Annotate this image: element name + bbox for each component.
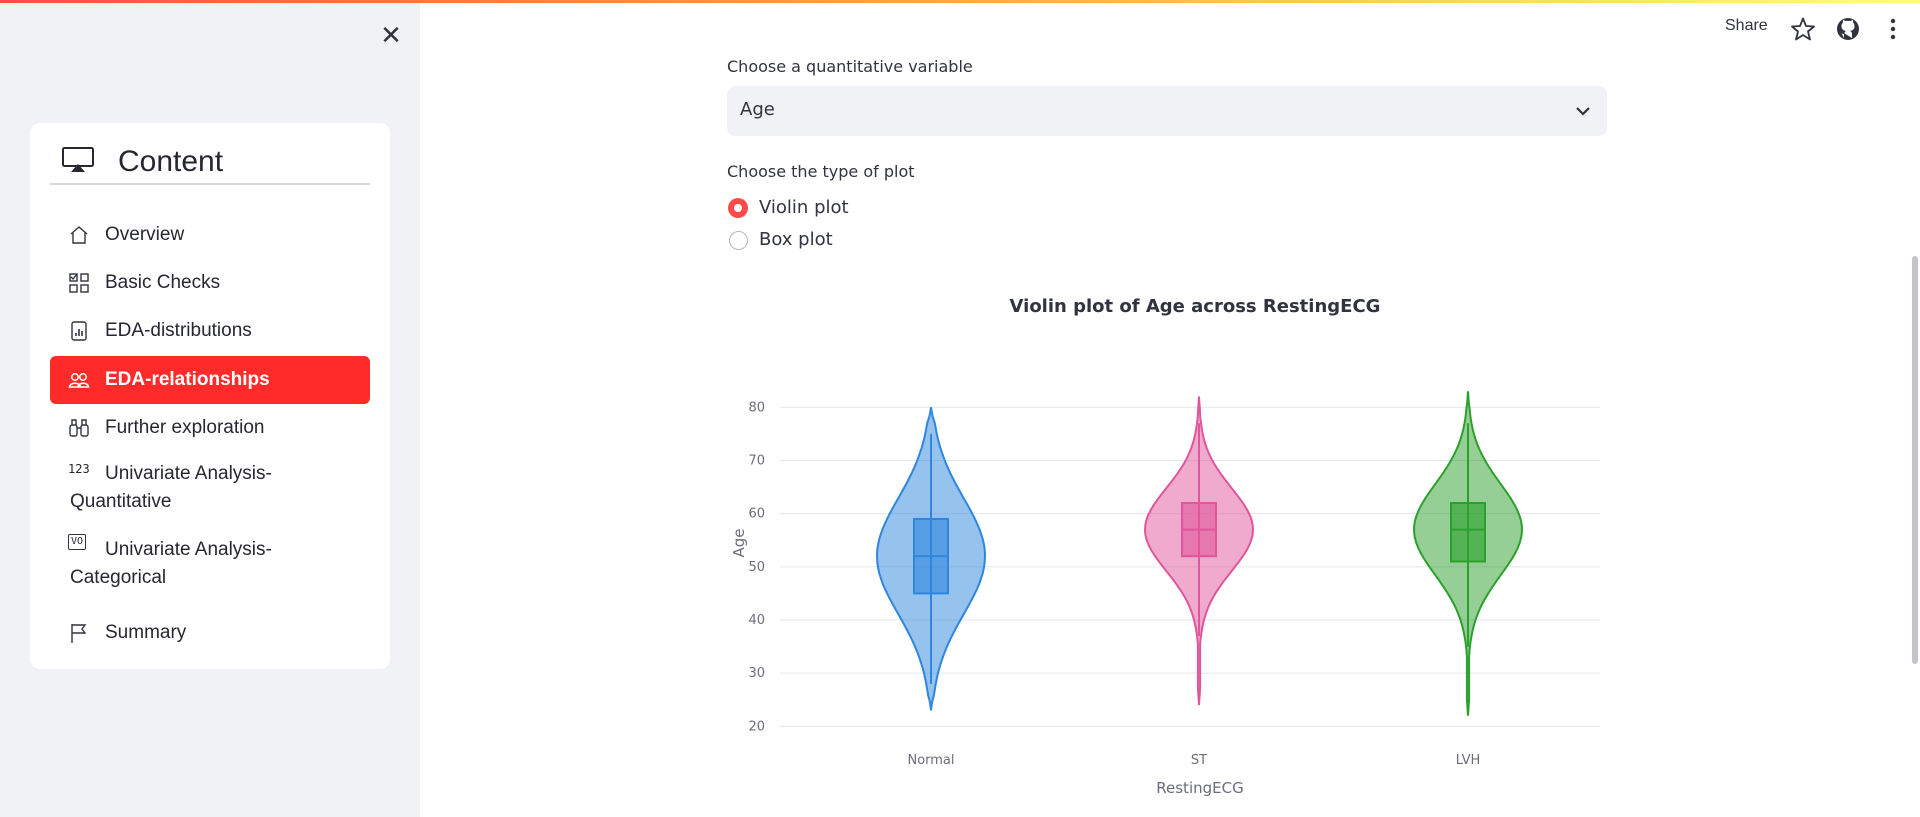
main-scrollbar[interactable] xyxy=(1912,256,1918,664)
y-axis-title: Age xyxy=(730,528,748,557)
quant-variable-label: Choose a quantitative variable xyxy=(727,57,973,76)
radio-label: Box plot xyxy=(759,229,833,250)
violin-chart: Violin plot of Age across RestingECG 20 3… xyxy=(730,296,1600,797)
y-tick-label: 50 xyxy=(748,560,765,575)
x-axis-title: RestingECG xyxy=(1156,779,1243,797)
plot-type-label: Choose the type of plot xyxy=(727,162,915,181)
menu-card: Content Overview Basic Checks EDA-distri… xyxy=(30,123,390,669)
more-vertical-icon[interactable] xyxy=(1880,16,1906,42)
sidebar-item-label: Univariate Analysis-Quantitative xyxy=(70,463,272,512)
radio-violin-plot[interactable]: Violin plot xyxy=(727,195,947,223)
sidebar-item-univariate-quantitative[interactable]: 123 Univariate Analysis-Quantitative xyxy=(50,450,370,524)
sidebar-item-overview[interactable]: Overview xyxy=(50,211,370,259)
y-tick-label: 70 xyxy=(748,453,765,468)
box-lvh xyxy=(1450,502,1486,563)
y-tick-label: 30 xyxy=(748,666,765,681)
sidebar-item-summary[interactable]: Summary xyxy=(50,609,370,657)
sidebar-item-label: Summary xyxy=(105,622,187,643)
sidebar-item-label: EDA-relationships xyxy=(105,369,270,390)
ui-checks-grid-icon xyxy=(69,273,89,293)
chart-title: Violin plot of Age across RestingECG xyxy=(1010,296,1381,317)
sidebar: ✕ Content Overview Basic Checks EDA-dist… xyxy=(0,3,420,817)
sidebar-item-label: Overview xyxy=(105,224,185,245)
y-tick-label: 20 xyxy=(748,719,765,734)
sidebar-item-label: Basic Checks xyxy=(105,272,221,293)
people-icon xyxy=(68,373,90,388)
y-tick-label: 40 xyxy=(748,613,765,628)
flag-icon xyxy=(71,624,87,643)
select-value: Age xyxy=(740,99,775,120)
sidebar-item-eda-relationships[interactable]: EDA-relationships xyxy=(50,356,370,404)
radio-label: Violin plot xyxy=(759,197,849,218)
sidebar-item-label: Further exploration xyxy=(105,417,265,438)
star-icon[interactable] xyxy=(1790,16,1816,42)
cast-icon xyxy=(62,147,94,172)
sidebar-item-basic-checks[interactable]: Basic Checks xyxy=(50,259,370,307)
sidebar-item-univariate-categorical[interactable]: VO Univariate Analysis-Categorical xyxy=(50,526,370,600)
quant-variable-select[interactable]: Age xyxy=(727,86,1607,136)
x-tick-label: Normal xyxy=(907,753,954,768)
sidebar-item-label: Univariate Analysis-Categorical xyxy=(70,539,272,588)
y-tick-label: 60 xyxy=(748,507,765,522)
menu-title: Content xyxy=(118,145,224,178)
x-tick-label: LVH xyxy=(1456,753,1480,768)
sidebar-item-further-exploration[interactable]: Further exploration xyxy=(50,404,370,452)
share-button[interactable]: Share xyxy=(1725,17,1768,35)
github-icon[interactable] xyxy=(1835,16,1861,42)
radio-circle[interactable] xyxy=(728,198,748,218)
radio-box-plot[interactable]: Box plot xyxy=(727,227,947,255)
y-tick-label: 80 xyxy=(748,400,765,415)
chevron-down-icon xyxy=(1576,107,1590,116)
house-icon xyxy=(70,226,88,244)
binoculars-icon xyxy=(69,419,89,437)
x-tick-label: ST xyxy=(1191,753,1207,768)
radio-circle[interactable] xyxy=(729,231,748,250)
sidebar-item-eda-distributions[interactable]: EDA-distributions xyxy=(50,307,370,355)
file-bar-graph-icon xyxy=(71,321,87,341)
sidebar-item-label: EDA-distributions xyxy=(105,320,252,341)
close-sidebar-button[interactable]: ✕ xyxy=(376,21,406,51)
menu-header: Content xyxy=(50,141,370,185)
